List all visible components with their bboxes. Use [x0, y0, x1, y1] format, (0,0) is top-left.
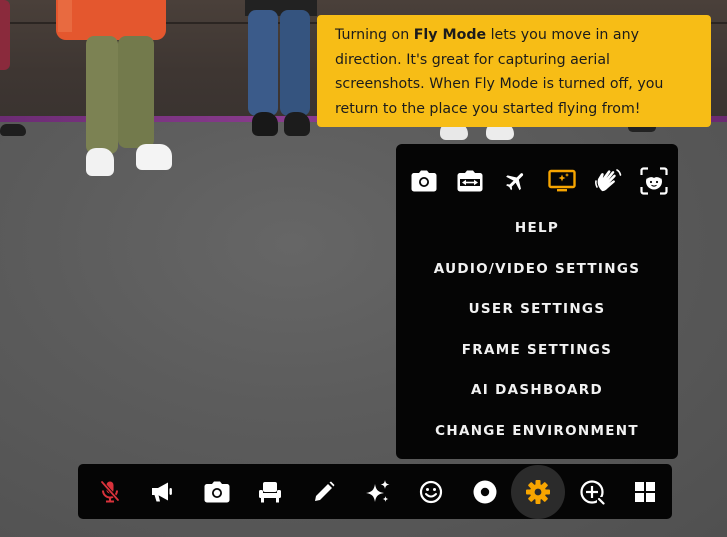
pencil-icon — [314, 481, 335, 501]
tooltip-bold-fly-mode: Fly Mode — [413, 27, 487, 43]
wide-camera-icon[interactable] — [454, 165, 486, 197]
sparkles-icon — [365, 479, 389, 502]
megaphone-icon — [152, 482, 173, 501]
emoji-icon — [419, 480, 443, 503]
reactions-button[interactable] — [404, 465, 458, 519]
menu-item-audio-video-settings[interactable]: AUDIO/VIDEO SETTINGS — [396, 249, 678, 290]
effects-button[interactable] — [351, 465, 405, 519]
tooltip-text-before: Turning on — [335, 27, 414, 43]
menu-item-list: HELP AUDIO/VIDEO SETTINGS USER SETTINGS … — [396, 208, 678, 451]
draw-button[interactable] — [297, 465, 351, 519]
grid-layout-icon — [635, 481, 656, 502]
mic-muted-icon — [100, 480, 120, 502]
wave-hand-icon[interactable] — [592, 165, 624, 197]
fly-mode-tooltip: Turning on Fly Mode lets you move in any… — [317, 15, 711, 127]
settings-button[interactable] — [511, 464, 565, 519]
screenshot-button[interactable] — [190, 465, 244, 519]
broadcast-button[interactable] — [137, 465, 191, 519]
bottom-toolbar — [78, 464, 672, 519]
menu-item-user-settings[interactable]: USER SETTINGS — [396, 289, 678, 330]
menu-icon-row — [406, 165, 672, 197]
face-scan-icon[interactable] — [638, 165, 670, 197]
screen-share-icon[interactable] — [546, 165, 578, 197]
seat-button[interactable] — [244, 465, 298, 519]
record-button[interactable] — [458, 465, 512, 519]
menu-item-help[interactable]: HELP — [396, 208, 678, 249]
record-icon — [473, 480, 497, 503]
seat-icon — [259, 481, 282, 502]
settings-menu: HELP AUDIO/VIDEO SETTINGS USER SETTINGS … — [396, 144, 678, 459]
camera-icon — [204, 481, 230, 502]
mic-toggle-button[interactable] — [83, 465, 137, 519]
settings-gear-icon — [526, 479, 551, 504]
camera-icon[interactable] — [408, 165, 440, 197]
airplane-icon[interactable] — [500, 165, 532, 197]
menu-item-frame-settings[interactable]: FRAME SETTINGS — [396, 330, 678, 371]
layout-button[interactable] — [618, 465, 672, 519]
menu-item-ai-dashboard[interactable]: AI DASHBOARD — [396, 370, 678, 411]
add-frame-icon — [580, 479, 605, 505]
add-frame-button[interactable] — [565, 465, 619, 519]
menu-item-change-environment[interactable]: CHANGE ENVIRONMENT — [396, 411, 678, 452]
